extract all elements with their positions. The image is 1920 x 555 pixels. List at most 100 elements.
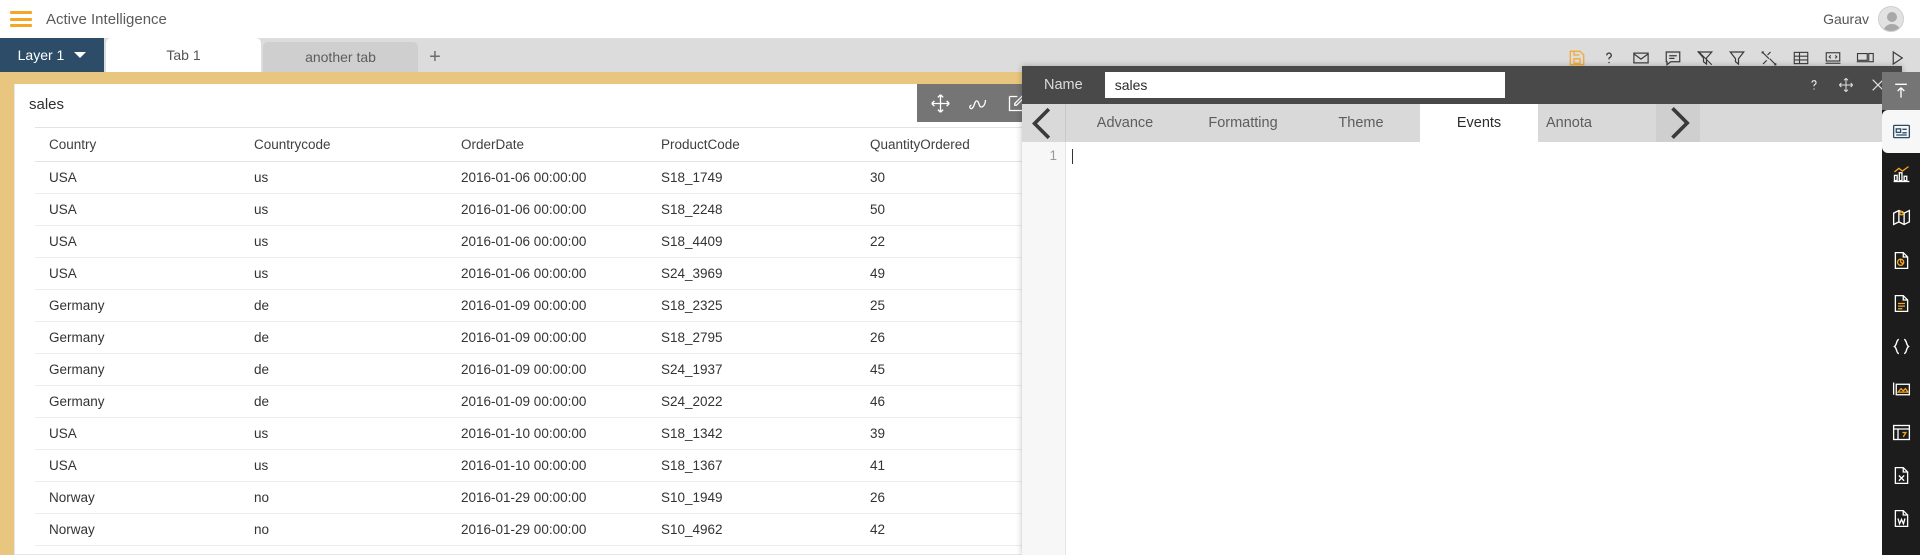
comment-icon[interactable] bbox=[1663, 48, 1682, 67]
help-icon[interactable] bbox=[1806, 77, 1822, 93]
name-label: Name bbox=[1022, 77, 1105, 93]
cell-productcode: S18_2325 bbox=[647, 290, 854, 322]
cell-orderdate: 2016-01-10 00:00:00 bbox=[447, 450, 647, 482]
widget-icon[interactable] bbox=[1882, 411, 1920, 454]
device-icon[interactable] bbox=[1855, 48, 1874, 67]
save-icon[interactable] bbox=[1567, 48, 1586, 67]
image-icon[interactable] bbox=[1882, 368, 1920, 411]
table-row[interactable]: Germany de 2016-01-09 00:00:00 S18_2795 … bbox=[35, 322, 1149, 354]
grid-widget: sales bbox=[14, 84, 1174, 555]
table-header-row: Country Countrycode OrderDate ProductCod… bbox=[35, 128, 1149, 162]
cell-countrycode: us bbox=[240, 226, 447, 258]
collapse-up-icon[interactable] bbox=[1882, 72, 1920, 110]
table-row[interactable]: Germany de 2016-01-09 00:00:00 S18_2325 … bbox=[35, 290, 1149, 322]
tab-another-tab[interactable]: another tab bbox=[263, 42, 418, 72]
name-input[interactable]: sales bbox=[1105, 72, 1505, 98]
table-row[interactable]: Norway no 2016-01-29 00:00:00 S10_4962 4… bbox=[35, 514, 1149, 546]
clear-filter-icon[interactable] bbox=[1695, 48, 1714, 67]
pie-document-icon[interactable] bbox=[1882, 239, 1920, 282]
dialog-body: 1 bbox=[1022, 142, 1902, 555]
column-header-orderdate[interactable]: OrderDate bbox=[447, 128, 647, 162]
add-tab-button[interactable]: + bbox=[418, 42, 452, 72]
table-row[interactable]: USA us 2016-01-06 00:00:00 S18_2248 50 bbox=[35, 194, 1149, 226]
cell-orderdate: 2016-01-09 00:00:00 bbox=[447, 386, 647, 418]
cell-country: USA bbox=[35, 194, 240, 226]
cell-orderdate: 2016-01-29 00:00:00 bbox=[447, 514, 647, 546]
tab-label: Theme bbox=[1338, 115, 1383, 131]
cell-countrycode: us bbox=[240, 162, 447, 194]
cell-orderdate: 2016-01-09 00:00:00 bbox=[447, 290, 647, 322]
right-icon-rail bbox=[1882, 72, 1920, 555]
app-header: Active Intelligence Gaurav bbox=[0, 0, 1920, 38]
cell-countrycode: us bbox=[240, 418, 447, 450]
tab-annotations[interactable]: Annota bbox=[1538, 104, 1656, 142]
data-grid[interactable]: Country Countrycode OrderDate ProductCod… bbox=[35, 127, 1149, 554]
tab-theme[interactable]: Theme bbox=[1302, 104, 1420, 142]
widget-properties-dialog: Name sales Advance Formatting Theme bbox=[1022, 66, 1902, 555]
dialog-tabs: Advance Formatting Theme Events Annota bbox=[1022, 104, 1902, 142]
word-icon[interactable] bbox=[1882, 497, 1920, 540]
tab-events[interactable]: Events bbox=[1420, 104, 1538, 142]
tools-icon[interactable] bbox=[1759, 48, 1778, 67]
cell-country: USA bbox=[35, 258, 240, 290]
cell-country: USA bbox=[35, 226, 240, 258]
tab-label: Tab 1 bbox=[166, 47, 200, 63]
table-icon[interactable] bbox=[1791, 48, 1810, 67]
chevron-left-icon[interactable] bbox=[1022, 104, 1066, 142]
table-row[interactable]: Norway no 2016-01-29 00:00:00 S10_1949 2… bbox=[35, 482, 1149, 514]
map-icon[interactable] bbox=[1882, 196, 1920, 239]
cell-countrycode: de bbox=[240, 322, 447, 354]
cell-countrycode: us bbox=[240, 194, 447, 226]
scribble-icon[interactable] bbox=[959, 84, 997, 122]
table-row[interactable]: USA us 2016-01-10 00:00:00 S18_1367 41 bbox=[35, 450, 1149, 482]
chart-icon[interactable] bbox=[1882, 153, 1920, 196]
cell-countrycode: de bbox=[240, 354, 447, 386]
table-row[interactable]: USA us 2016-01-06 00:00:00 S18_1749 30 bbox=[35, 162, 1149, 194]
chevron-down-icon bbox=[74, 52, 86, 58]
cell-orderdate: 2016-01-06 00:00:00 bbox=[447, 226, 647, 258]
table-row[interactable]: USA us 2016-01-06 00:00:00 S18_4409 22 bbox=[35, 226, 1149, 258]
code-editor[interactable] bbox=[1066, 142, 1902, 555]
table-row[interactable]: USA us 2016-01-10 00:00:00 S18_1342 39 bbox=[35, 418, 1149, 450]
column-header-countrycode[interactable]: Countrycode bbox=[240, 128, 447, 162]
table-row[interactable]: USA us 2016-01-06 00:00:00 S24_3969 49 bbox=[35, 258, 1149, 290]
text-caret bbox=[1072, 149, 1073, 164]
cell-country: Germany bbox=[35, 386, 240, 418]
cell-productcode: S10_4962 bbox=[647, 514, 854, 546]
cell-country: USA bbox=[35, 162, 240, 194]
layer-selector[interactable]: Layer 1 bbox=[0, 38, 104, 72]
app-header-right: Gaurav bbox=[1823, 6, 1920, 32]
filter-icon[interactable] bbox=[1727, 48, 1746, 67]
form-card-icon[interactable] bbox=[1882, 110, 1920, 153]
move-icon[interactable] bbox=[921, 84, 959, 122]
excel-icon[interactable] bbox=[1882, 454, 1920, 497]
cell-countrycode: us bbox=[240, 450, 447, 482]
cell-orderdate: 2016-01-09 00:00:00 bbox=[447, 322, 647, 354]
cell-countrycode: no bbox=[240, 514, 447, 546]
table-row[interactable]: Germany de 2016-01-09 00:00:00 S24_1937 … bbox=[35, 354, 1149, 386]
hamburger-icon[interactable] bbox=[10, 11, 32, 27]
tab-formatting[interactable]: Formatting bbox=[1184, 104, 1302, 142]
column-header-country[interactable]: Country bbox=[35, 128, 240, 162]
cell-orderdate: 2016-01-06 00:00:00 bbox=[447, 258, 647, 290]
move-icon[interactable] bbox=[1838, 77, 1854, 93]
play-icon[interactable] bbox=[1887, 48, 1906, 67]
tab-tab1[interactable]: Tab 1 bbox=[106, 38, 261, 72]
tab-label: another tab bbox=[305, 49, 376, 65]
tab-label: Formatting bbox=[1208, 115, 1277, 131]
table-row[interactable]: Germany de 2016-01-09 00:00:00 S24_2022 … bbox=[35, 386, 1149, 418]
code-icon[interactable] bbox=[1823, 48, 1842, 67]
cell-country: Germany bbox=[35, 290, 240, 322]
column-header-productcode[interactable]: ProductCode bbox=[647, 128, 854, 162]
table-body: USA us 2016-01-06 00:00:00 S18_1749 30 U… bbox=[35, 162, 1149, 546]
data-table: Country Countrycode OrderDate ProductCod… bbox=[35, 127, 1149, 546]
mail-icon[interactable] bbox=[1631, 48, 1650, 67]
document-icon[interactable] bbox=[1882, 282, 1920, 325]
code-braces-icon[interactable] bbox=[1882, 325, 1920, 368]
user-avatar-icon[interactable] bbox=[1878, 6, 1904, 32]
help-icon[interactable] bbox=[1599, 48, 1618, 67]
tab-advance[interactable]: Advance bbox=[1066, 104, 1184, 142]
chevron-right-icon[interactable] bbox=[1656, 104, 1700, 142]
cell-countrycode: no bbox=[240, 482, 447, 514]
application-root: Active Intelligence Gaurav Layer 1 Tab 1… bbox=[0, 0, 1920, 555]
